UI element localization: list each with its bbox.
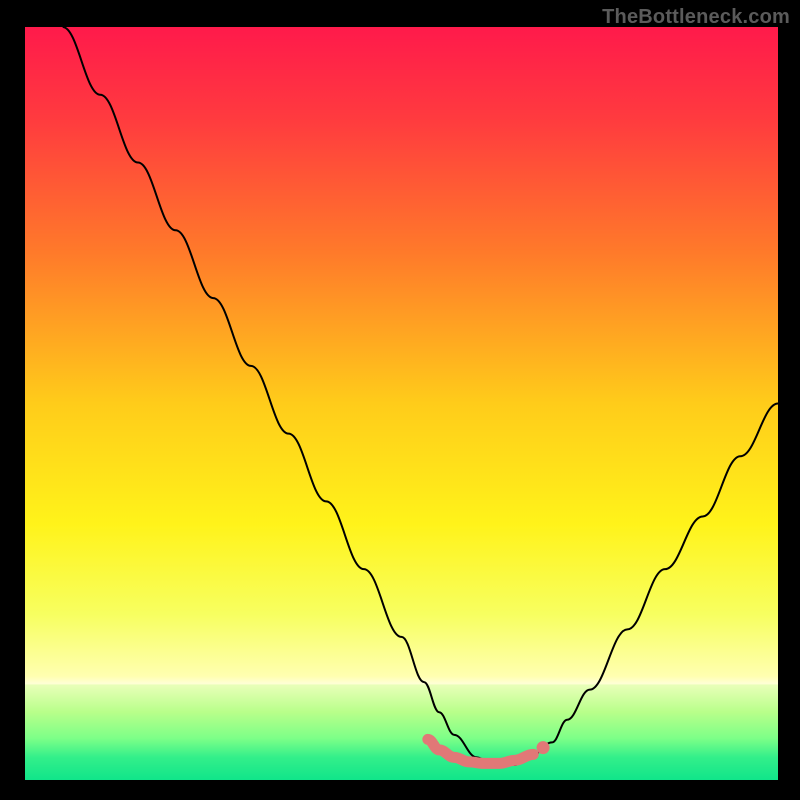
- highlight-end-marker: [537, 741, 550, 754]
- bottleneck-chart: [0, 0, 800, 800]
- chart-frame: TheBottleneck.com: [0, 0, 800, 800]
- gradient-background: [25, 27, 778, 780]
